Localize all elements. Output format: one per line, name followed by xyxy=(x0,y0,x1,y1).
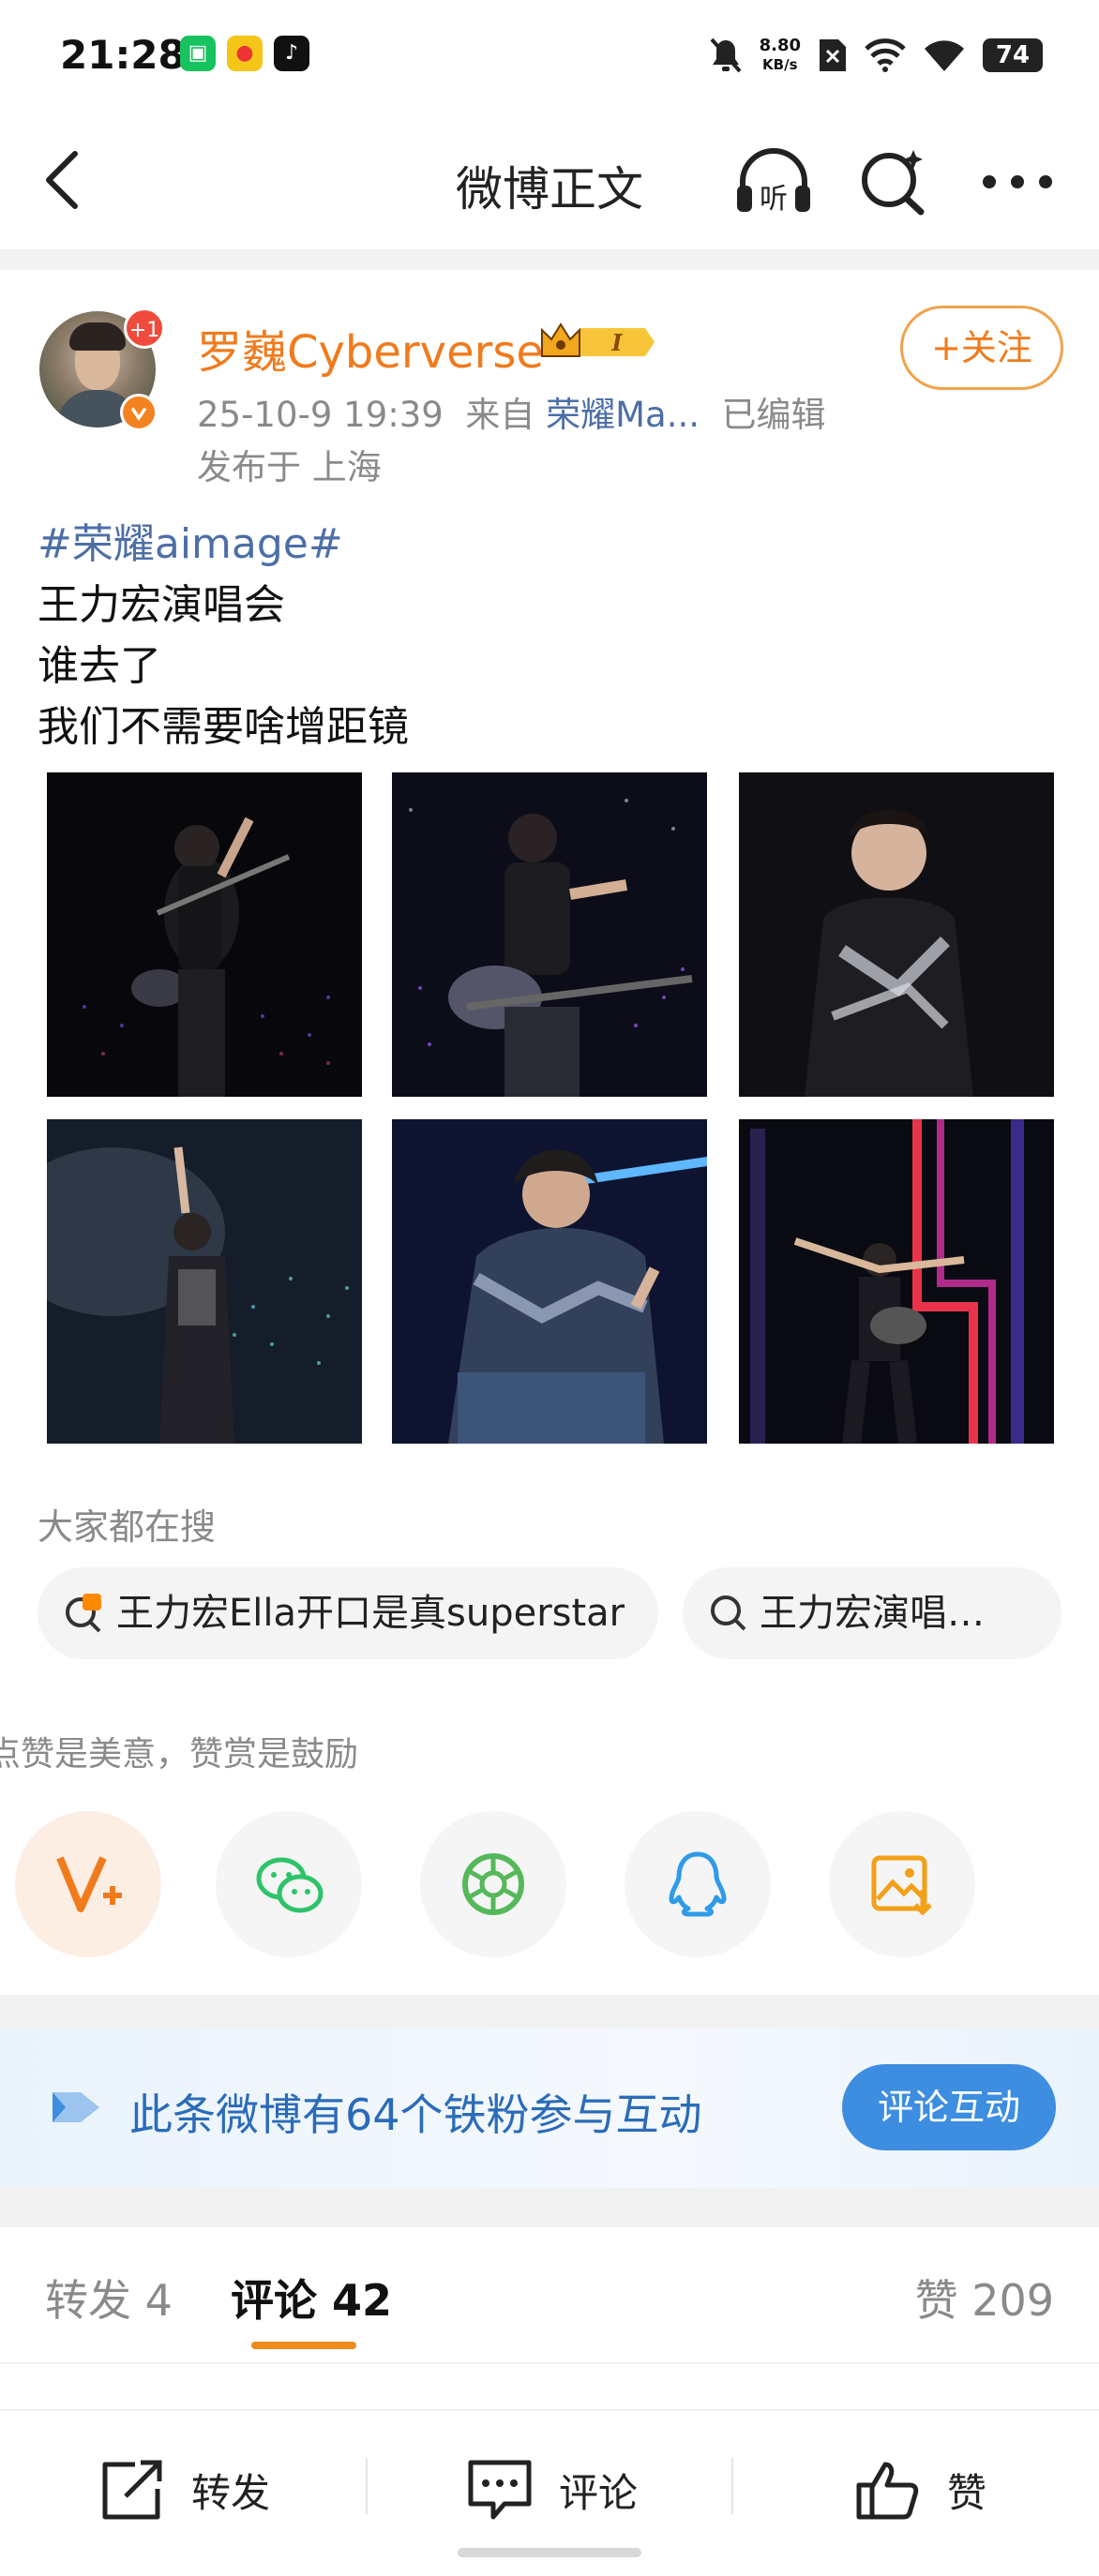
appreciate-v-icon xyxy=(56,1856,122,1912)
save-image-icon xyxy=(871,1855,932,1916)
photo-6[interactable] xyxy=(739,1119,1054,1444)
comment-interact-button[interactable]: 评论互动 xyxy=(842,2064,1056,2150)
like-button[interactable]: 赞 xyxy=(853,2452,986,2527)
appreciate-hint: 点赞是美意，赞赏是鼓励 xyxy=(0,1735,359,1774)
search-button[interactable] xyxy=(855,144,930,219)
status-right: 8.80 KB/s 74 xyxy=(709,32,1043,79)
post-location: 发布于 上海 xyxy=(197,447,382,487)
bottom-action-bar: 转发 评论 赞 xyxy=(0,2409,1099,2576)
photo-4[interactable] xyxy=(47,1119,362,1444)
divider xyxy=(0,2188,1099,2227)
tab-like[interactable]: 赞 209 xyxy=(915,2267,1054,2329)
status-time: 21:28 xyxy=(60,32,186,78)
listen-button[interactable]: 听 xyxy=(731,144,816,219)
search-chip-text: 王力宏Ella开口是真superstar xyxy=(116,1592,625,1635)
photo-5[interactable] xyxy=(392,1119,707,1444)
no-sim-icon xyxy=(820,39,846,71)
home-indicator xyxy=(458,2548,641,2557)
photo-1[interactable] xyxy=(47,772,362,1097)
post-line: 我们不需要啥增距镜 xyxy=(38,703,409,751)
divider xyxy=(366,2458,368,2514)
share-qq-button[interactable] xyxy=(625,1811,771,1957)
post-line: 谁去了 xyxy=(38,642,161,690)
douyin-icon: ♪ xyxy=(274,36,309,71)
hashtag-link[interactable]: #荣耀aimage# xyxy=(38,514,409,575)
comment-label: 评论 xyxy=(559,2469,639,2516)
divider xyxy=(0,249,1099,270)
edited-label: 已编辑 xyxy=(721,395,826,435)
signal-icon xyxy=(865,38,906,72)
verified-icon xyxy=(120,394,158,431)
vip-crown-icon: I xyxy=(541,322,655,357)
share-wechat-button[interactable] xyxy=(216,1811,362,1957)
battery-icon: 74 xyxy=(983,38,1043,72)
follow-button[interactable]: +关注 xyxy=(900,306,1063,390)
net-speed: 8.80 KB/s xyxy=(759,36,801,74)
photo-2[interactable] xyxy=(392,772,707,1097)
iron-fan-banner[interactable]: 此条微博有64个铁粉参与互动 评论互动 xyxy=(0,2029,1099,2188)
search-chip[interactable]: 王力宏Ella开口是真superstar xyxy=(38,1567,658,1659)
save-image-button[interactable] xyxy=(829,1811,975,1957)
svg-text:I: I xyxy=(610,329,623,356)
wifi-icon xyxy=(925,40,964,71)
search-chip-text: 王力宏演唱… xyxy=(760,1592,985,1635)
qq-icon xyxy=(669,1851,727,1917)
post-text: #荣耀aimage# 王力宏演唱会 谁去了 我们不需要啥增距镜 xyxy=(38,514,409,757)
moments-icon xyxy=(462,1853,524,1915)
tab-repost[interactable]: 转发 4 xyxy=(45,2267,173,2329)
share-moments-button[interactable] xyxy=(420,1811,566,1957)
thumbs-up-icon xyxy=(856,2462,919,2520)
tab-indicator xyxy=(251,2342,356,2349)
fan-icon xyxy=(53,2092,99,2122)
repost-label: 转发 xyxy=(191,2469,271,2516)
search-chip[interactable]: 王力宏演唱… xyxy=(683,1567,1061,1659)
page-title: 微博正文 xyxy=(456,162,643,217)
search-icon xyxy=(711,1595,746,1631)
wechat-mini-icon: ▣ xyxy=(180,36,216,71)
divider xyxy=(0,1995,1099,2029)
comment-icon xyxy=(468,2460,532,2520)
post-line: 王力宏演唱会 xyxy=(38,581,285,629)
repost-button[interactable]: 转发 xyxy=(98,2452,270,2527)
author-name[interactable]: 罗巍Cyberverse xyxy=(197,315,544,381)
searching-title: 大家都在搜 xyxy=(38,1506,217,1548)
fan-banner-text: 此条微博有64个铁粉参与互动 xyxy=(129,2089,702,2140)
more-button[interactable] xyxy=(975,163,1060,201)
top-nav: 微博正文 听 xyxy=(0,112,1099,249)
post-date: 25-10-9 19:39 xyxy=(197,395,444,435)
photo-3[interactable] xyxy=(739,772,1054,1097)
hot-search-icon xyxy=(66,1594,101,1633)
mute-icon xyxy=(710,37,742,73)
comment-button[interactable]: 评论 xyxy=(465,2452,638,2527)
divider xyxy=(731,2458,733,2514)
repost-icon xyxy=(102,2460,162,2520)
status-bar: 21:28 ▣ ● ♪ 8.80 KB/s 74 xyxy=(0,0,1099,112)
post-source[interactable]: 荣耀Ma... xyxy=(546,395,700,435)
source-prefix: 来自 xyxy=(465,395,535,435)
like-label: 赞 xyxy=(947,2469,987,2516)
wechat-icon xyxy=(256,1857,324,1913)
divider xyxy=(0,2362,1099,2364)
appreciate-button[interactable] xyxy=(15,1811,161,1957)
weibo-icon: ● xyxy=(227,36,263,71)
tab-comment[interactable]: 评论 42 xyxy=(231,2267,392,2329)
listen-label: 听 xyxy=(760,183,788,216)
post-meta: 25-10-9 19:39 来自 荣耀Ma... 已编辑 xyxy=(197,386,826,437)
avatar-new-badge: +1 xyxy=(124,307,165,349)
